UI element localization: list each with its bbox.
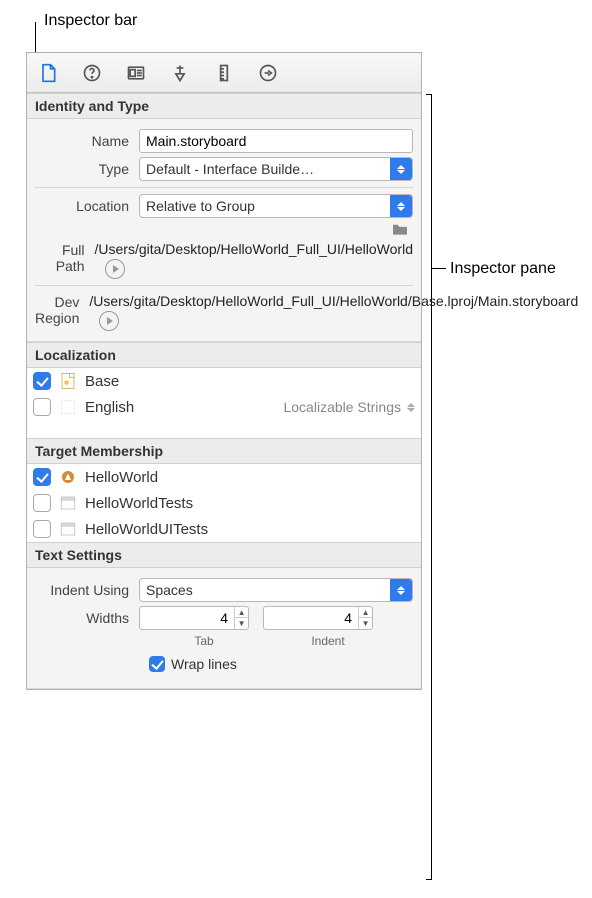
text-section-header: Text Settings <box>27 542 421 568</box>
target-checkbox-uitests[interactable] <box>33 520 51 538</box>
widths-label: Widths <box>35 610 139 626</box>
inspector-pane: Identity and Type Name Type Default - In… <box>26 52 422 690</box>
folder-icon[interactable] <box>391 222 409 236</box>
location-select[interactable]: Relative to Group <box>139 194 413 218</box>
target-checkbox-helloworld[interactable] <box>33 468 51 486</box>
type-select[interactable]: Default - Interface Builde… <box>139 157 413 181</box>
stepper-arrows-icon[interactable]: ▲▼ <box>234 607 248 629</box>
target-row-uitests: HelloWorldUITests <box>27 516 421 542</box>
indent-width-stepper[interactable]: ▲▼ <box>263 606 373 630</box>
targets-section-header: Target Membership <box>27 438 421 464</box>
annotation-inspector-pane: Inspector pane <box>450 260 556 278</box>
name-input[interactable] <box>139 129 413 153</box>
fullpath-label: Full Path <box>35 240 95 274</box>
annotation-line-2 <box>432 268 446 269</box>
localization-english-menu[interactable]: Localizable Strings <box>283 399 415 415</box>
app-target-icon <box>59 468 77 486</box>
indent-width-input[interactable] <box>264 610 358 626</box>
target-tests-label: HelloWorldTests <box>85 495 193 512</box>
target-checkbox-tests[interactable] <box>33 494 51 512</box>
localization-base-label: Base <box>85 373 119 390</box>
tab-width-input[interactable] <box>140 610 234 626</box>
localization-checkbox-english[interactable] <box>33 398 51 416</box>
attributes-inspector-tab-icon[interactable] <box>169 62 191 84</box>
annotation-inspector-bar: Inspector bar <box>44 12 137 30</box>
target-uitests-label: HelloWorldUITests <box>85 521 208 538</box>
indent-using-value: Spaces <box>140 582 390 598</box>
indent-using-select[interactable]: Spaces <box>139 578 413 602</box>
indent-sublabel: Indent <box>273 634 383 648</box>
name-label: Name <box>35 133 139 149</box>
stepper-arrows-icon[interactable]: ▲▼ <box>358 607 372 629</box>
location-select-value: Relative to Group <box>140 198 390 214</box>
placeholder-file-icon <box>59 398 77 416</box>
target-helloworld-label: HelloWorld <box>85 469 158 486</box>
tab-width-stepper[interactable]: ▲▼ <box>139 606 249 630</box>
type-label: Type <box>35 161 139 177</box>
wrap-lines-label: Wrap lines <box>171 656 237 672</box>
target-row-helloworld: HelloWorld <box>27 464 421 490</box>
file-inspector-tab-icon[interactable] <box>37 62 59 84</box>
target-row-tests: HelloWorldTests <box>27 490 421 516</box>
chevron-updown-icon <box>390 158 412 180</box>
location-label: Location <box>35 198 139 214</box>
wrap-lines-checkbox[interactable] <box>149 656 165 672</box>
localization-row-base: Base <box>27 368 421 394</box>
fullpath-value: /Users/gita/Desktop/HelloWorld_Full_UI/H… <box>95 240 414 279</box>
devregion-value: /Users/gita/Desktop/HelloWorld_Full_UI/H… <box>89 292 578 331</box>
connections-inspector-tab-icon[interactable] <box>257 62 279 84</box>
annotation-bracket <box>426 94 432 880</box>
localization-row-english: English Localizable Strings <box>27 394 421 420</box>
bundle-target-icon <box>59 520 77 538</box>
tab-sublabel: Tab <box>149 634 259 648</box>
type-select-value: Default - Interface Builde… <box>140 161 390 177</box>
devregion-label: Dev Region <box>35 292 89 326</box>
indent-using-label: Indent Using <box>35 582 139 598</box>
localization-section-header: Localization <box>27 342 421 368</box>
localization-english-label: English <box>85 399 134 416</box>
help-inspector-tab-icon[interactable] <box>81 62 103 84</box>
storyboard-file-icon <box>59 372 77 390</box>
size-inspector-tab-icon[interactable] <box>213 62 235 84</box>
reveal-arrow-icon[interactable] <box>99 311 119 331</box>
reveal-arrow-icon[interactable] <box>105 259 125 279</box>
inspector-bar <box>27 53 421 93</box>
chevron-updown-icon <box>390 195 412 217</box>
bundle-target-icon <box>59 494 77 512</box>
localization-checkbox-base[interactable] <box>33 372 51 390</box>
chevron-updown-icon <box>390 579 412 601</box>
identity-section-header: Identity and Type <box>27 93 421 119</box>
identity-inspector-tab-icon[interactable] <box>125 62 147 84</box>
